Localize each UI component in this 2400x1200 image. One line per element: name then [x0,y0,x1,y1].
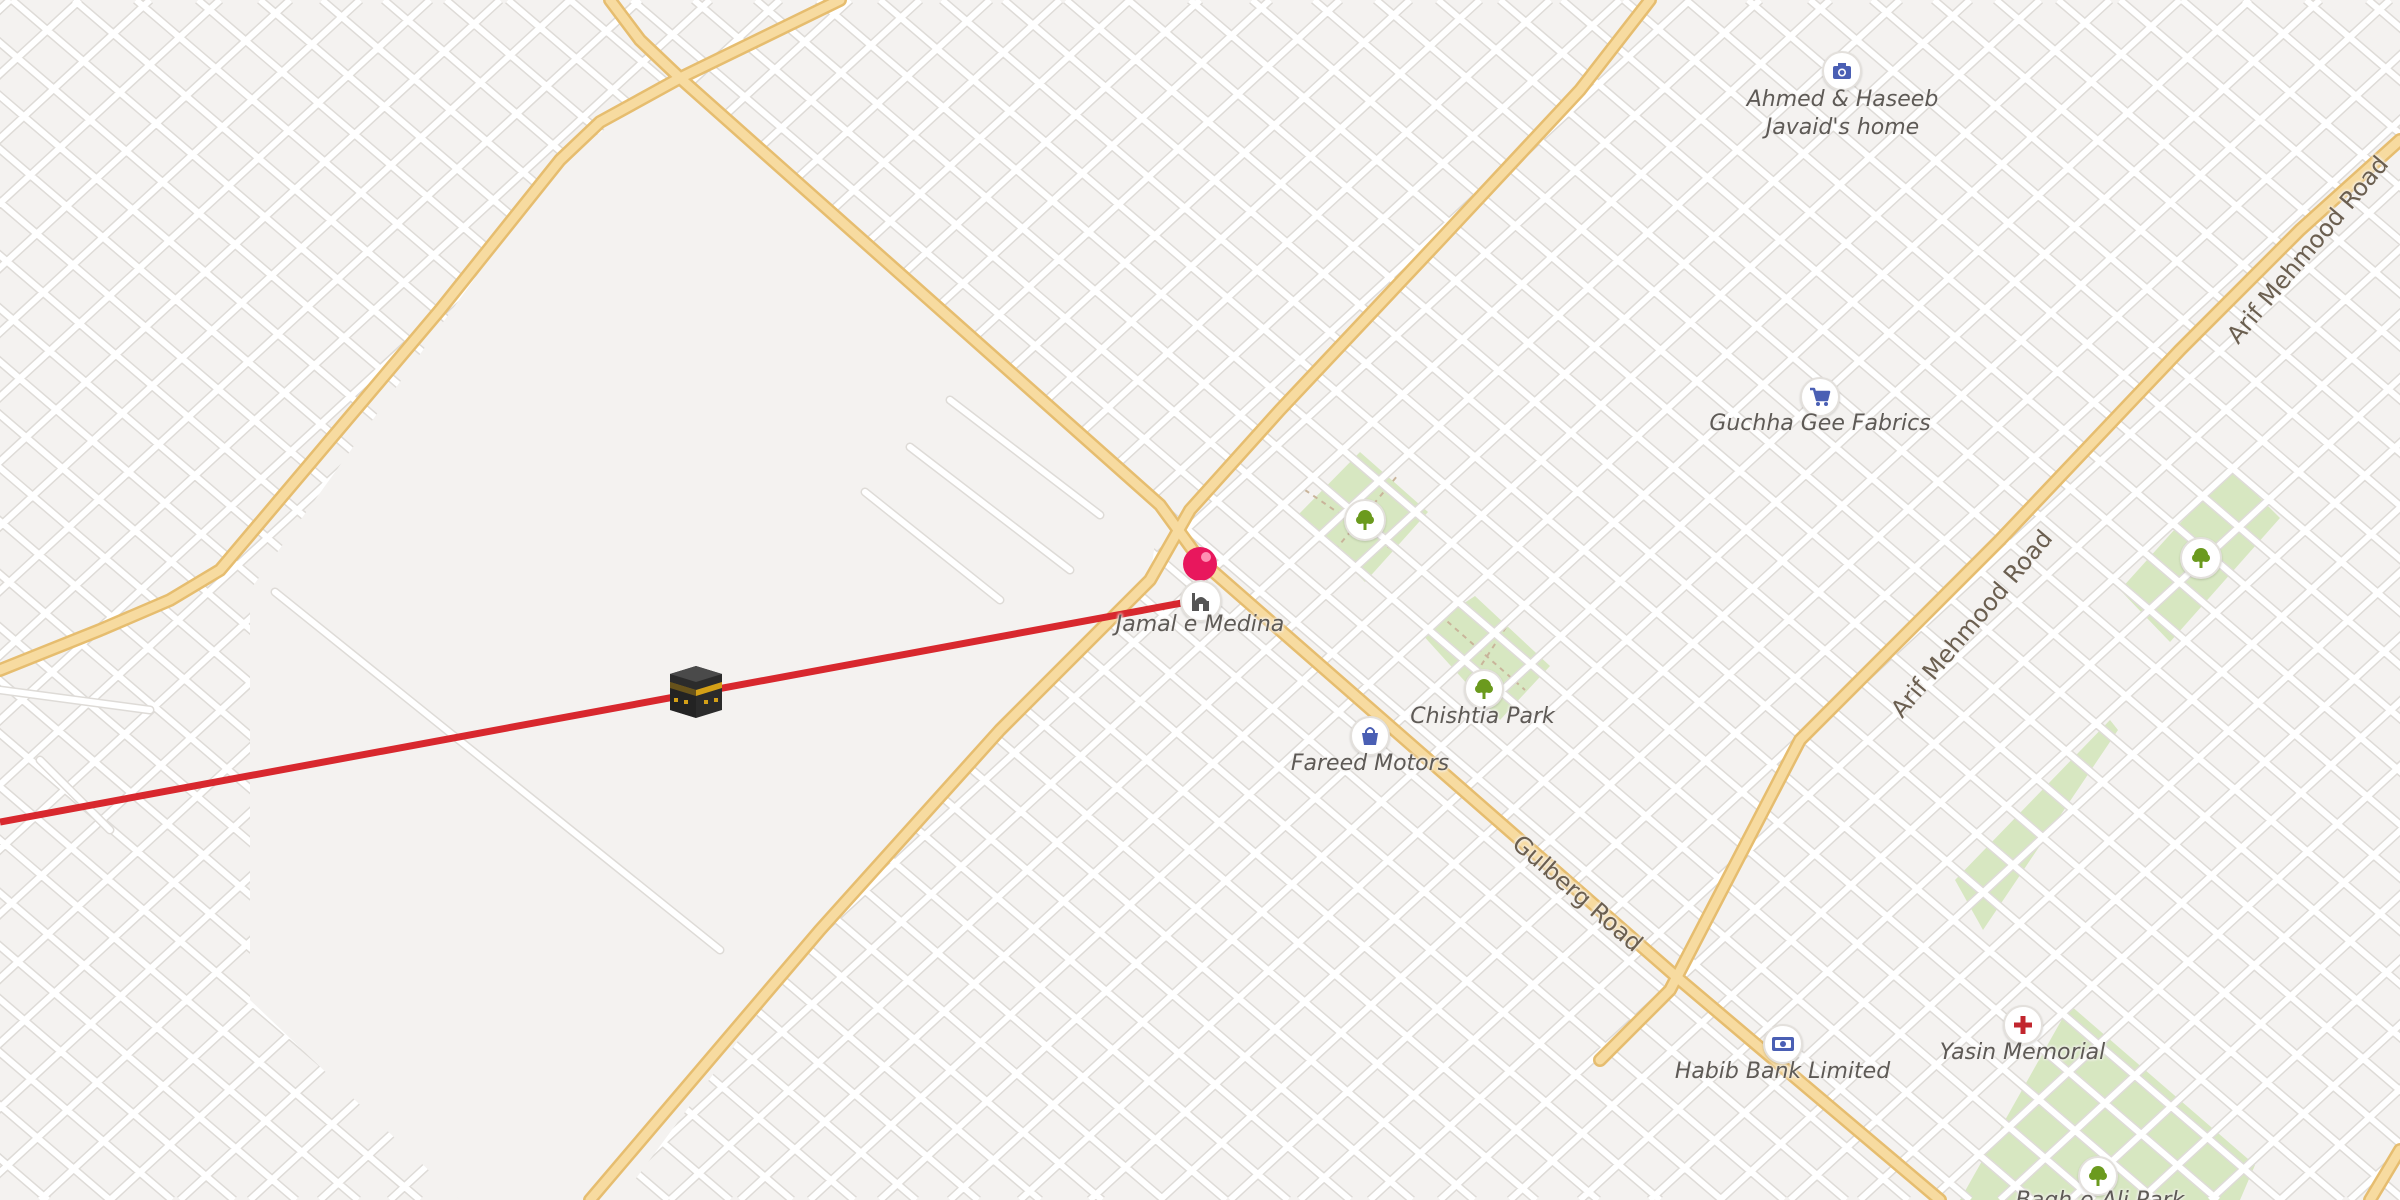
poi-label-guchha-gee-fabrics: Guchha Gee Fabrics [1709,411,1931,436]
mosque-icon [1192,593,1209,611]
park-north-poi-icon[interactable] [1344,499,1386,541]
poi-label-ahmed-haseeb-home: Ahmed & Haseeb Javaid's home [1720,86,1965,142]
camera-poi-icon[interactable] [1822,51,1862,91]
poi-label-chishtia-park: Chishtia Park [1410,704,1555,729]
poi-label-fareed-motors: Fareed Motors [1290,751,1450,776]
tree-icon [2089,1166,2107,1186]
camera-icon [1833,63,1851,79]
tree-icon [2192,548,2210,568]
kaaba-icon [670,666,722,718]
shopping-bag-icon [1362,727,1378,745]
poi-label-habib-bank: Habib Bank Limited [1674,1059,1891,1084]
chishtia-park-poi-icon[interactable] [1464,669,1504,709]
banknote-icon [1772,1037,1794,1051]
bank-poi-icon[interactable] [1763,1024,1803,1064]
park-east-poi-icon[interactable] [2180,537,2222,579]
poi-label-bottom-park: Bagh-e-Ali Park [2010,1188,2190,1200]
map-canvas[interactable]: Jamal e Medina Ahmed & Haseeb Javaid's h… [0,0,2400,1200]
tree-icon [1475,679,1493,699]
poi-label-line1: Ahmed & Haseeb [1746,87,1939,112]
tree-icon [1356,510,1374,530]
shopping-bag-poi-icon[interactable] [1350,716,1390,756]
poi-label-jamal-e-medina: Jamal e Medina [1115,612,1285,637]
poi-label-yasin-memorial: Yasin Memorial [1939,1040,2106,1065]
red-cross-icon [2014,1016,2032,1034]
shopping-cart-icon [1810,387,1831,406]
poi-label-line2: Javaid's home [1765,115,1920,140]
hospital-poi-icon[interactable] [2003,1005,2043,1045]
kaaba-marker[interactable] [668,662,724,722]
